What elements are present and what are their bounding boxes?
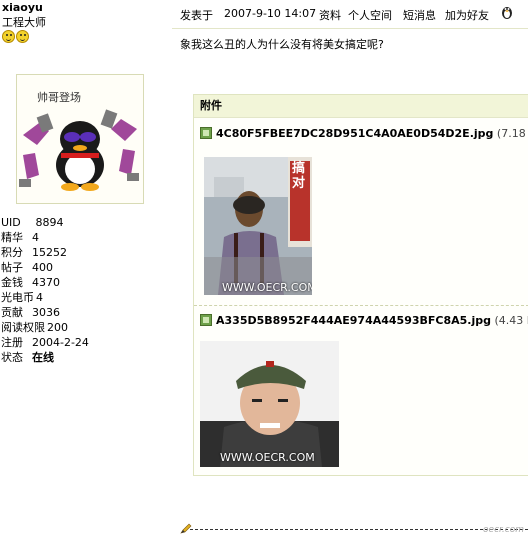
author-title: 工程大师 <box>2 16 46 29</box>
stat-coins: 光电币 4 <box>1 291 43 304</box>
profile-link[interactable]: 资料 <box>319 7 341 23</box>
attachment-separator <box>194 305 528 306</box>
stat-contribution: 贡献 3036 <box>1 306 60 319</box>
add-friend-link[interactable]: 加为好友 <box>445 7 489 23</box>
stat-registered: 注册 2004-2-24 <box>1 336 89 349</box>
stat-status: 状态 在线 <box>1 351 54 364</box>
smiley-icon <box>16 30 29 43</box>
posted-label: 发表于 <box>180 9 213 22</box>
stat-read-permission: 阅读权限 200 <box>1 321 68 334</box>
man-portrait-photo-icon <box>200 341 339 467</box>
attachment-size-2: (4.43 KB) <box>494 314 528 327</box>
attachments-title: 附件 <box>194 95 528 118</box>
qq-icon[interactable] <box>500 4 514 20</box>
stat-digest: 精华 4 <box>1 231 39 244</box>
attachment-image-2[interactable]: WWW.OECR.COM <box>200 341 339 467</box>
image-file-icon <box>200 127 212 139</box>
attachments-box: 附件 4C80F5FBEE7DC28D951C4A0AE0D54D2E.jpg … <box>193 94 528 476</box>
stat-credits: 积分 15252 <box>1 246 67 259</box>
attachment-size-1: (7.18 KB) <box>496 127 528 140</box>
author-stats: UID 8894 精华 4 积分 15252 帖子 400 金钱 4370 光电币 4 贡… <box>1 215 89 365</box>
rank-stars <box>2 30 30 44</box>
stat-money: 金钱 4370 <box>1 276 60 289</box>
sign-text: 搞对 <box>292 161 306 191</box>
signature-divider <box>190 529 528 530</box>
stat-uid: UID 8894 <box>1 216 64 229</box>
attachment-file-1: 4C80F5FBEE7DC28D951C4A0AE0D54D2E.jpg (7.… <box>200 127 528 140</box>
penguin-avatar-icon <box>19 109 139 191</box>
image-file-icon <box>200 314 212 326</box>
pencil-icon <box>180 523 192 534</box>
posted-time: 2007-9-10 14:07 <box>224 7 317 20</box>
stat-posts: 帖子 400 <box>1 261 53 274</box>
message-link[interactable]: 短消息 <box>403 7 436 23</box>
watermark-2: WWW.OECR.COM <box>220 451 315 464</box>
site-watermark: oecr.com <box>483 525 524 535</box>
space-link[interactable]: 个人空间 <box>348 7 392 23</box>
attachment-image-1[interactable]: WWW.OECR.COM 搞对 <box>204 157 312 295</box>
attachment-name-2[interactable]: A335D5B8952F444AE974A44593BFC8A5.jpg <box>216 314 491 327</box>
author-username[interactable]: xiaoyu <box>2 1 43 14</box>
watermark-1: WWW.OECR.COM <box>222 281 312 294</box>
post-message: 象我这么丑的人为什么没有将美女搞定呢? <box>180 38 384 51</box>
attachment-file-2: A335D5B8952F444AE974A44593BFC8A5.jpg (4.… <box>200 314 528 327</box>
post-header: 发表于 2007-9-10 14:07 资料 个人空间 短消息 加为好友 <box>172 0 528 29</box>
author-avatar: 帅哥登场 <box>16 74 144 204</box>
smiley-icon <box>2 30 15 43</box>
attachment-name-1[interactable]: 4C80F5FBEE7DC28D951C4A0AE0D54D2E.jpg <box>216 127 493 140</box>
author-profile: xiaoyu 工程大师 帅哥登场 UID 8894 精华 4 积分 15252 … <box>0 0 172 538</box>
